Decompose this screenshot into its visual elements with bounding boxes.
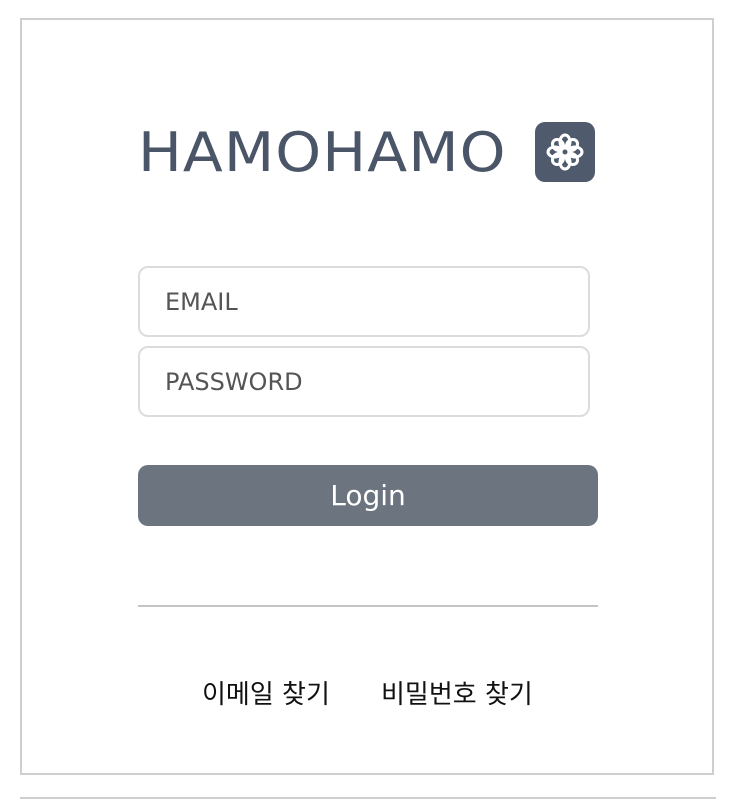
email-field[interactable] (138, 266, 590, 337)
brand-logo: HAMOHAMO (138, 122, 595, 184)
find-email-link[interactable]: 이메일 찾기 (202, 674, 330, 711)
flower-icon (535, 122, 595, 182)
password-field[interactable] (138, 346, 590, 417)
flower-icon-glyph (546, 133, 584, 171)
find-password-link[interactable]: 비밀번호 찾기 (381, 674, 533, 711)
brand-name: HAMOHAMO (138, 121, 507, 184)
divider (138, 605, 598, 607)
login-button[interactable]: Login (138, 465, 598, 526)
bottom-divider (20, 797, 716, 799)
